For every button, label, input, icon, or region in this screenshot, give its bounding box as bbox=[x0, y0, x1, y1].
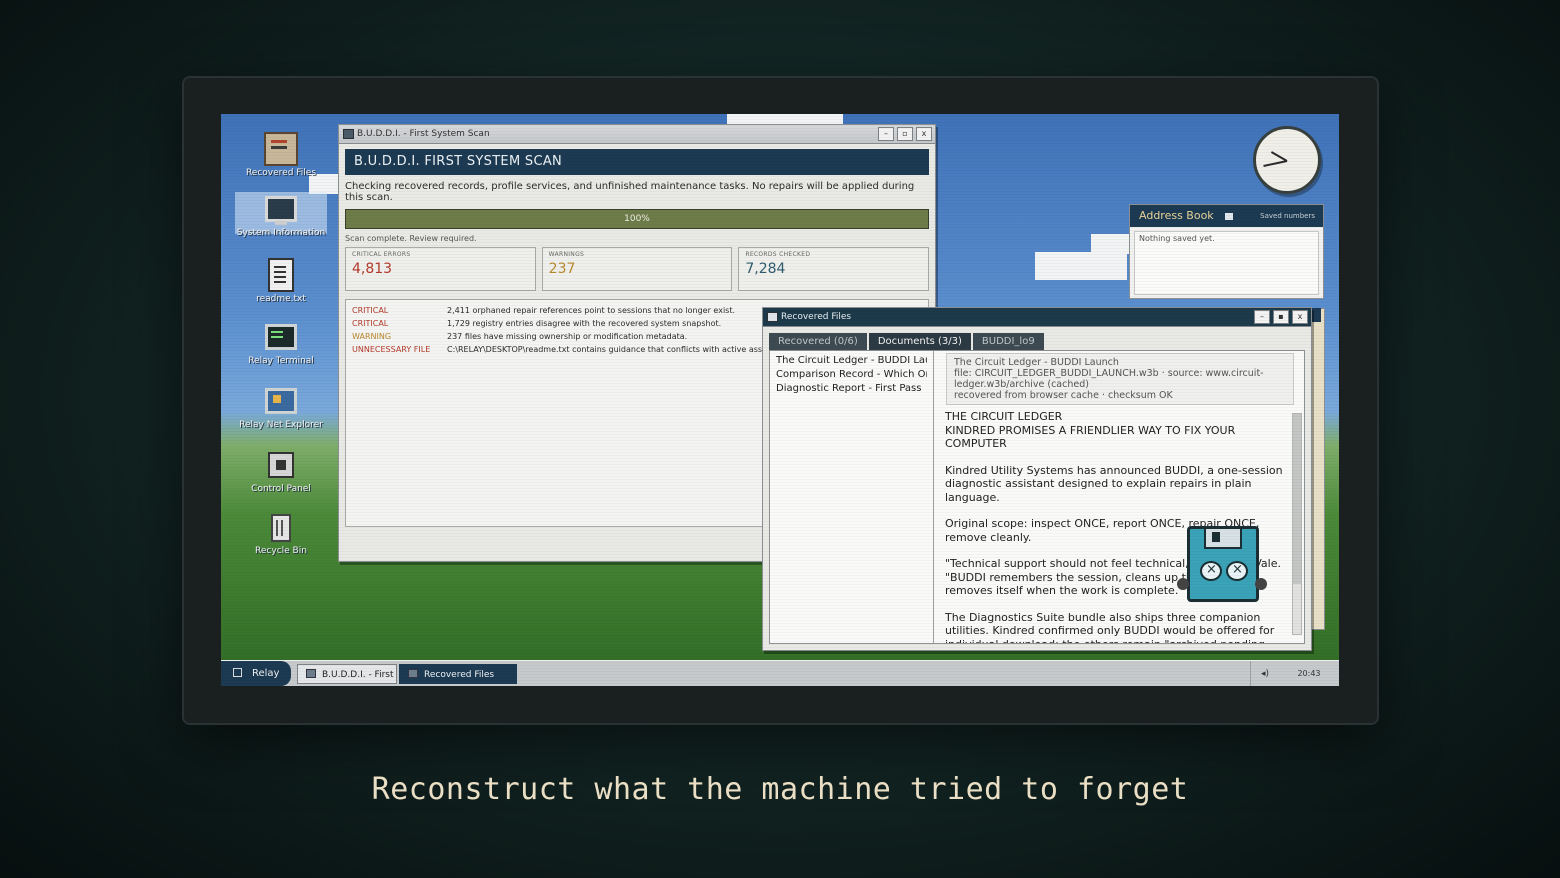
scan-progress-bar: 100% bbox=[345, 209, 929, 229]
taskbar: Relay B.U.D.D.I. - First Syst... Recover… bbox=[221, 660, 1339, 686]
buddi-right-eye-icon bbox=[1226, 561, 1248, 581]
maximize-button[interactable]: ▫ bbox=[897, 127, 913, 141]
taskbar-item-scan[interactable]: B.U.D.D.I. - First Syst... bbox=[297, 663, 397, 684]
terminal-icon bbox=[265, 324, 297, 350]
buddi-shutter bbox=[1204, 529, 1242, 549]
document-paragraph: The Diagnostics Suite bundle also ships … bbox=[945, 610, 1275, 644]
system-information-icon bbox=[265, 196, 297, 225]
address-book-list: Nothing saved yet. bbox=[1134, 231, 1319, 295]
book-icon bbox=[1225, 212, 1234, 220]
maximize-button[interactable]: ▪ bbox=[1273, 310, 1289, 324]
net-explorer-icon bbox=[265, 388, 297, 414]
wall-clock bbox=[1253, 126, 1321, 194]
document-headline: THE CIRCUIT LEDGER KINDRED PROMISES A FR… bbox=[945, 410, 1236, 450]
desktop-icon-relay-net-explorer[interactable]: Relay Net Explorer bbox=[235, 388, 327, 430]
buddi-left-eye-icon bbox=[1200, 561, 1222, 581]
system-tray: ◂) 20:43 bbox=[1250, 661, 1339, 686]
readme-icon bbox=[268, 258, 294, 292]
address-book-widget[interactable]: Address Book Saved numbers Nothing saved… bbox=[1129, 204, 1324, 299]
address-book-header: Address Book Saved numbers bbox=[1130, 205, 1323, 227]
start-icon bbox=[233, 668, 242, 677]
stat-records-checked: RECORDS CHECKED 7,284 bbox=[738, 247, 930, 291]
close-button[interactable]: x bbox=[916, 127, 932, 141]
start-button[interactable]: Relay bbox=[221, 661, 291, 686]
volume-icon[interactable]: ◂) bbox=[1251, 669, 1279, 679]
scan-description: Checking recovered records, profile serv… bbox=[345, 181, 915, 203]
desktop-icon-readme[interactable]: readme.txt bbox=[235, 258, 327, 304]
tab-buddi-log[interactable]: BUDDI_lo9 bbox=[972, 333, 1044, 350]
document-paragraph: Kindred Utility Systems has announced BU… bbox=[945, 463, 1283, 504]
scan-window-titlebar[interactable]: B.U.D.D.I. - First System Scan – ▫ x bbox=[339, 125, 935, 144]
recovered-tabs: Recovered (0/6) Documents (3/3) BUDDI_lo… bbox=[769, 333, 1305, 350]
stat-critical-errors: CRITICAL ERRORS 4,813 bbox=[345, 247, 536, 291]
list-item[interactable]: The Circuit Ledger - BUDDI Lau... bbox=[776, 354, 927, 368]
scan-stats: CRITICAL ERRORS 4,813 WARNINGS 237 RECOR… bbox=[345, 247, 930, 291]
list-item[interactable]: Comparison Record - Which On... bbox=[776, 368, 927, 382]
cloud bbox=[1091, 234, 1131, 254]
desktop-icon-recycle-bin[interactable]: Recycle Bin bbox=[235, 514, 327, 556]
document-list: The Circuit Ledger - BUDDI Lau... Compar… bbox=[770, 351, 934, 643]
buddi-right-hand-icon bbox=[1255, 578, 1267, 590]
desktop-icon-recovered-files[interactable]: Recovered Files bbox=[235, 132, 327, 178]
close-button[interactable]: x bbox=[1292, 310, 1308, 324]
window-icon bbox=[408, 668, 418, 678]
buddi-left-hand-icon bbox=[1177, 578, 1189, 590]
desktop-icon-control-panel[interactable]: Control Panel bbox=[235, 452, 327, 494]
recovered-files-icon bbox=[264, 132, 298, 166]
control-panel-icon bbox=[268, 452, 294, 478]
scrollbar-thumb[interactable] bbox=[1293, 414, 1301, 584]
cloud bbox=[1035, 252, 1127, 280]
recovered-files-titlebar[interactable]: Recovered Files – ▪ x bbox=[763, 308, 1311, 327]
tray-clock[interactable]: 20:43 bbox=[1279, 669, 1339, 678]
desktop-screen: Recovered Files System Information readm… bbox=[221, 114, 1339, 686]
window-icon bbox=[343, 129, 354, 139]
minimize-button[interactable]: – bbox=[1254, 310, 1270, 324]
window-icon bbox=[306, 668, 316, 678]
tab-recovered[interactable]: Recovered (0/6) bbox=[769, 333, 867, 350]
taskbar-item-recovered-files[interactable]: Recovered Files bbox=[399, 663, 517, 684]
desktop-icon-system-information[interactable]: System Information bbox=[235, 192, 327, 238]
recycle-bin-icon bbox=[271, 514, 291, 542]
window-icon bbox=[767, 312, 778, 322]
buddi-body bbox=[1187, 526, 1259, 602]
document-metadata: The Circuit Ledger - BUDDI Launch file: … bbox=[946, 353, 1294, 405]
list-item[interactable]: Diagnostic Report - First Pass bbox=[776, 382, 927, 396]
tab-documents[interactable]: Documents (3/3) bbox=[868, 333, 971, 350]
cloud bbox=[727, 114, 843, 124]
desktop-icon-relay-terminal[interactable]: Relay Terminal bbox=[235, 324, 327, 366]
buddi-floppy-mascot[interactable] bbox=[1177, 522, 1267, 602]
clock-minute-hand bbox=[1263, 160, 1288, 167]
scan-status: Scan complete. Review required. bbox=[345, 234, 477, 243]
minimize-button[interactable]: – bbox=[878, 127, 894, 141]
saved-numbers-label[interactable]: Saved numbers bbox=[1260, 205, 1315, 227]
scan-header: B.U.D.D.I. FIRST SYSTEM SCAN bbox=[345, 149, 929, 175]
stat-warnings: WARNINGS 237 bbox=[541, 247, 733, 291]
document-scrollbar[interactable] bbox=[1292, 413, 1302, 635]
tagline: Reconstruct what the machine tried to fo… bbox=[371, 772, 1189, 807]
